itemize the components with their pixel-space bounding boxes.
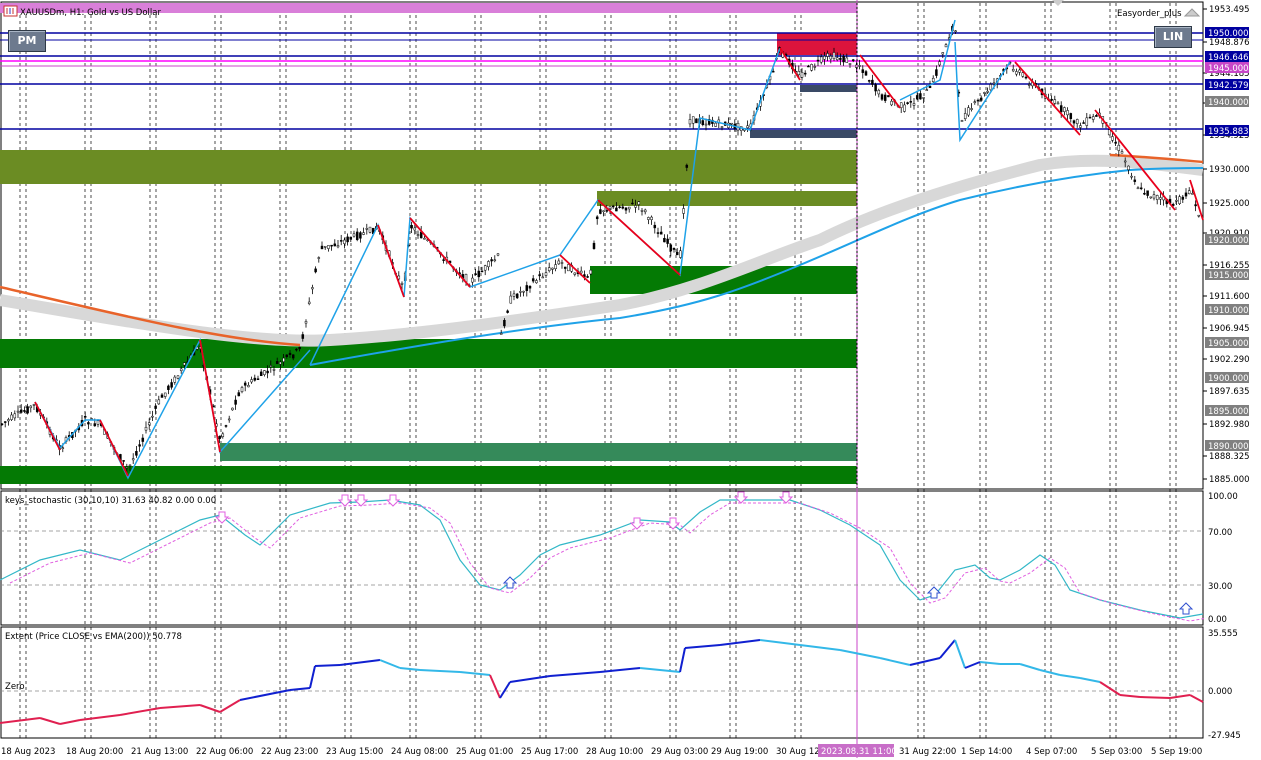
price-label: 1925.000 (1209, 199, 1250, 209)
chart-title: XAUUSDm, H1: Gold vs US Dollar (20, 8, 161, 18)
price-label: 1911.600 (1209, 292, 1250, 302)
time-label: 18 Aug 2023 (1, 747, 55, 757)
time-label: 29 Aug 03:00 (651, 747, 708, 757)
time-cursor-label: 2023.08.31 11:00 (821, 747, 897, 757)
extent-scale-zero: 0.000 (1208, 687, 1232, 697)
level-label: 1920.000 (1208, 236, 1249, 246)
time-label: 5 Sep 03:00 (1091, 747, 1142, 757)
chart-window-icon (3, 5, 18, 17)
zone-teal (220, 443, 857, 461)
time-label: 22 Aug 06:00 (196, 747, 253, 757)
price-label: 1885.000 (1209, 475, 1250, 485)
time-label: 22 Aug 23:00 (261, 747, 318, 757)
extent-scale-min: -27.945 (1208, 731, 1241, 741)
level-label: 1950.000 (1208, 29, 1249, 39)
stoch-scale-0: 0.00 (1208, 615, 1227, 625)
time-label: 1 Sep 14:00 (961, 747, 1012, 757)
zero-label: Zero (5, 682, 25, 692)
level-label: 1946.646 (1208, 53, 1249, 63)
stoch-scale-100: 100.00 (1208, 492, 1238, 502)
price-label: 1953.495 (1209, 5, 1250, 15)
zone-green-lower (0, 466, 857, 484)
time-label: 31 Aug 22:00 (899, 747, 956, 757)
extent-title: Extent (Price CLOSE vs EMA(200)) 50.778 (5, 632, 182, 642)
time-label: 5 Sep 19:00 (1151, 747, 1202, 757)
extent-scale-max: 35.555 (1208, 629, 1238, 639)
level-label: 1905.000 (1208, 339, 1249, 349)
zone-navy-2 (750, 130, 857, 138)
level-label: 1940.000 (1208, 98, 1249, 108)
price-label: 1930.000 (1209, 165, 1250, 175)
trading-chart[interactable]: 1953.4951948.8761944.1851939.5551934.925… (0, 0, 1261, 760)
time-label: 29 Aug 19:00 (711, 747, 768, 757)
time-label: 24 Aug 08:00 (391, 747, 448, 757)
level-label: 1900.000 (1208, 374, 1249, 384)
zone-red (777, 33, 857, 55)
time-label: 18 Aug 20:00 (66, 747, 123, 757)
expert-name: Easyorder_plus (1117, 9, 1182, 19)
time-label: 28 Aug 10:00 (586, 747, 643, 757)
level-label: 1895.000 (1208, 407, 1249, 417)
price-label: 1948.876 (1209, 38, 1250, 48)
price-label: 1902.290 (1209, 355, 1250, 365)
level-label: 1890.000 (1208, 442, 1249, 452)
zone-olive-small (597, 191, 857, 206)
level-label: 1910.000 (1208, 306, 1249, 316)
pm-button[interactable]: PM (8, 30, 46, 52)
zone-navy-1 (800, 85, 857, 92)
stoch-scale-70: 70.00 (1208, 528, 1232, 538)
time-label: 25 Aug 17:00 (521, 747, 578, 757)
time-label: 23 Aug 15:00 (326, 747, 383, 757)
zone-olive-upper (0, 150, 857, 184)
level-label: 1915.000 (1208, 271, 1249, 281)
stochastic-title: keys_stochastic (30,10,10) 31.63 40.82 0… (5, 496, 216, 506)
time-label: 25 Aug 01:00 (456, 747, 513, 757)
price-label: 1888.325 (1209, 452, 1250, 462)
price-label: 1906.945 (1209, 324, 1250, 334)
level-label: 1942.579 (1208, 81, 1249, 91)
stoch-scale-30: 30.00 (1208, 582, 1232, 592)
level-label: 1935.883 (1208, 127, 1249, 137)
level-label: 1945.000 (1208, 64, 1249, 74)
time-label: 21 Aug 13:00 (131, 747, 188, 757)
price-label: 1892.980 (1209, 420, 1250, 430)
lin-button[interactable]: LIN (1154, 26, 1192, 48)
time-label: 4 Sep 07:00 (1026, 747, 1077, 757)
price-label: 1897.635 (1209, 387, 1250, 397)
